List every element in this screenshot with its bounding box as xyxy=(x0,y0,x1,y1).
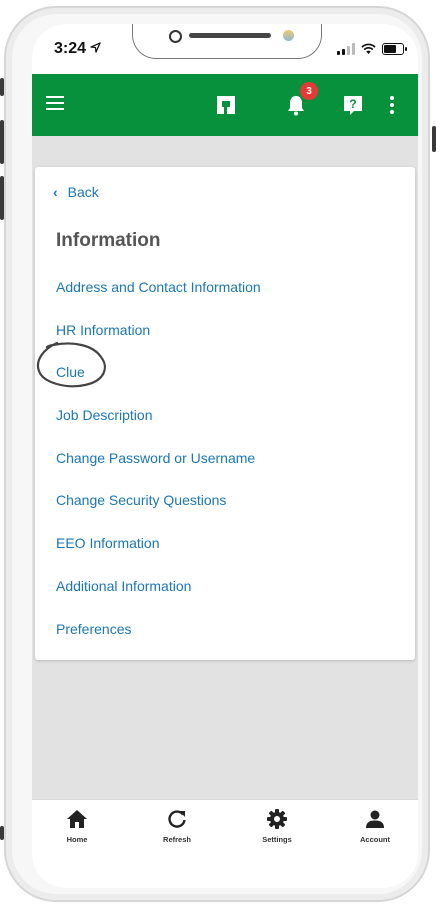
status-icons xyxy=(337,41,407,55)
wifi-icon xyxy=(361,43,376,55)
nav-account[interactable]: Account xyxy=(340,808,410,844)
back-label: Back xyxy=(67,184,99,200)
app-bar: 3 ? xyxy=(32,74,418,136)
refresh-icon xyxy=(168,810,186,828)
menu-item-security-questions[interactable]: Change Security Questions xyxy=(56,491,261,534)
menu-item-hr-information[interactable]: HR Information xyxy=(56,321,261,364)
side-button-lower xyxy=(0,826,4,840)
svg-text:?: ? xyxy=(349,97,356,111)
more-vertical-icon[interactable] xyxy=(390,96,396,116)
nav-refresh[interactable]: Refresh xyxy=(142,808,212,844)
battery-icon xyxy=(382,43,407,55)
status-time: 3:24 xyxy=(54,40,102,58)
chevron-left-icon: ‹ xyxy=(53,184,58,200)
notch xyxy=(132,24,322,59)
nav-refresh-label: Refresh xyxy=(163,835,191,844)
notification-badge: 3 xyxy=(300,82,318,100)
back-button[interactable]: ‹ Back xyxy=(53,184,99,200)
front-camera xyxy=(169,30,182,43)
nav-home-label: Home xyxy=(66,835,88,844)
menu-item-clue[interactable]: Clue xyxy=(56,363,261,406)
earpiece-speaker xyxy=(189,33,271,38)
nav-settings[interactable]: Settings xyxy=(242,808,312,844)
side-switch xyxy=(0,78,4,96)
home-indicator-area xyxy=(32,859,418,888)
status-time-text: 3:24 xyxy=(54,40,87,57)
menu-item-eeo-information[interactable]: EEO Information xyxy=(56,534,261,577)
page-title: Information xyxy=(56,230,161,251)
information-card: ‹ Back Information Address and Contact I… xyxy=(35,167,415,660)
location-arrow-icon xyxy=(90,42,102,53)
bottom-nav: Home Refresh Settings Account xyxy=(32,799,418,860)
help-icon[interactable]: ? xyxy=(342,94,364,116)
menu-item-additional-information[interactable]: Additional Information xyxy=(56,577,261,620)
menu-item-job-description[interactable]: Job Description xyxy=(56,406,261,449)
status-bar: 3:24 xyxy=(32,24,418,74)
home-icon xyxy=(67,810,87,828)
hamburger-menu-icon[interactable] xyxy=(46,96,64,110)
menu-item-preferences[interactable]: Preferences xyxy=(56,620,261,663)
account-icon xyxy=(366,810,384,828)
proximity-sensor xyxy=(283,30,294,41)
gear-icon xyxy=(267,809,287,829)
power-button xyxy=(432,126,436,152)
menu-item-address-contact[interactable]: Address and Contact Information xyxy=(56,278,261,321)
nav-settings-label: Settings xyxy=(262,835,292,844)
phone-screen: 3:24 3 ? ‹ Back Information Address and … xyxy=(32,24,418,888)
nav-home[interactable]: Home xyxy=(42,808,112,844)
signal-icon xyxy=(337,43,355,55)
volume-down-button xyxy=(0,176,4,220)
nav-account-label: Account xyxy=(360,835,390,844)
information-menu: Address and Contact Information HR Infor… xyxy=(56,278,261,662)
volume-up-button xyxy=(0,120,4,164)
app-logo-icon[interactable] xyxy=(216,95,236,115)
menu-item-change-password[interactable]: Change Password or Username xyxy=(56,449,261,492)
